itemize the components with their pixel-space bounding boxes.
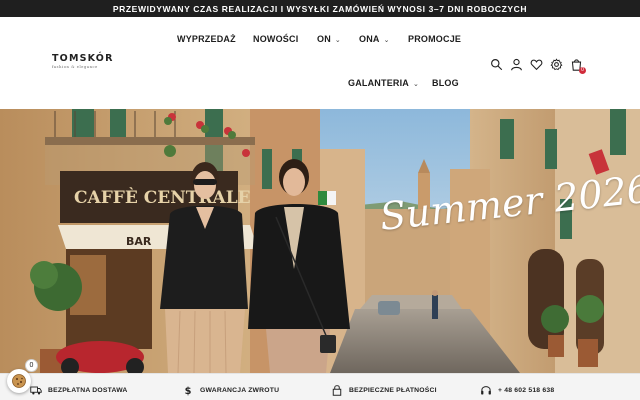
user-icon[interactable]: [510, 58, 523, 71]
nav-label: ON: [317, 34, 331, 44]
cart-button[interactable]: 0: [570, 58, 586, 74]
nav-item-her[interactable]: ONA ⌄: [359, 34, 390, 44]
chevron-down-icon: ⌄: [383, 37, 390, 44]
benefit-label: + 48 602 518 638: [498, 386, 555, 394]
svg-text:$: $: [185, 386, 192, 396]
benefit-label: BEZPŁATNA DOSTAWA: [48, 386, 128, 394]
nav-item-blog[interactable]: BLOG: [432, 78, 459, 88]
logo-tagline: fashion & elegance: [52, 65, 98, 69]
nav-item-promo[interactable]: PROMOCJE: [408, 34, 461, 44]
heart-icon[interactable]: [530, 58, 543, 71]
site-header: TOMSKÓR fashion & elegance WYPRZEDAŻ NOW…: [0, 17, 640, 109]
benefit-label: GWARANCJA ZWROTU: [200, 386, 280, 394]
cart-count-badge: 0: [579, 67, 586, 74]
header-icons: 0: [490, 58, 586, 74]
benefit-secure-payments: BEZPIECZNE PŁATNOŚCI: [331, 384, 437, 396]
cafe-sign-text: CAFFÈ CENTRALE: [74, 187, 251, 208]
hero-image: CAFFÈ CENTRALE 1928 BAR: [0, 109, 640, 373]
nav-label: NOWOŚCI: [253, 34, 299, 44]
search-icon[interactable]: [490, 58, 503, 71]
headset-icon: [480, 384, 492, 396]
hero-banner[interactable]: CAFFÈ CENTRALE 1928 BAR: [0, 109, 640, 373]
benefit-free-delivery: BEZPŁATNA DOSTAWA: [30, 384, 128, 396]
nav-item-him[interactable]: ON ⌄: [317, 34, 341, 44]
logo[interactable]: TOMSKÓR fashion & elegance: [52, 53, 112, 69]
cookie-icon: [12, 374, 26, 388]
nav-label: ONA: [359, 34, 380, 44]
lock-icon: [331, 384, 343, 396]
cookie-count-badge: 0: [25, 359, 38, 372]
benefit-return-guarantee: $ GWARANCJA ZWROTU: [182, 384, 279, 396]
nav-label: BLOG: [432, 78, 459, 88]
truck-icon: [30, 384, 42, 396]
benefit-phone[interactable]: + 48 602 518 638: [480, 384, 554, 396]
nav-label: WYPRZEDAŻ: [177, 34, 236, 44]
benefit-label: BEZPIECZNE PŁATNOŚCI: [349, 386, 437, 394]
nav-label: GALANTERIA: [348, 78, 409, 88]
nav-item-new[interactable]: NOWOŚCI: [253, 34, 298, 44]
benefits-bar: BEZPŁATNA DOSTAWA $ GWARANCJA ZWROTU BEZ…: [0, 373, 640, 400]
page: PRZEWIDYWANY CZAS REALIZACJI I WYSYŁKI Z…: [0, 0, 640, 400]
announcement-text: PRZEWIDYWANY CZAS REALIZACJI I WYSYŁKI Z…: [112, 3, 528, 14]
chevron-down-icon: ⌄: [413, 81, 420, 88]
logo-name: TOMSKÓR: [52, 53, 114, 64]
dollar-icon: $: [182, 384, 194, 396]
nav-item-sale[interactable]: WYPRZEDAŻ: [177, 34, 236, 44]
gear-icon[interactable]: [550, 58, 563, 71]
cookie-settings-button[interactable]: [7, 369, 31, 393]
cafe-bar-text: BAR: [126, 235, 152, 248]
chevron-down-icon: ⌄: [334, 37, 341, 44]
nav-label: PROMOCJE: [408, 34, 462, 44]
nav-item-gallery[interactable]: GALANTERIA ⌄: [348, 78, 419, 88]
announcement-bar: PRZEWIDYWANY CZAS REALIZACJI I WYSYŁKI Z…: [0, 0, 640, 17]
